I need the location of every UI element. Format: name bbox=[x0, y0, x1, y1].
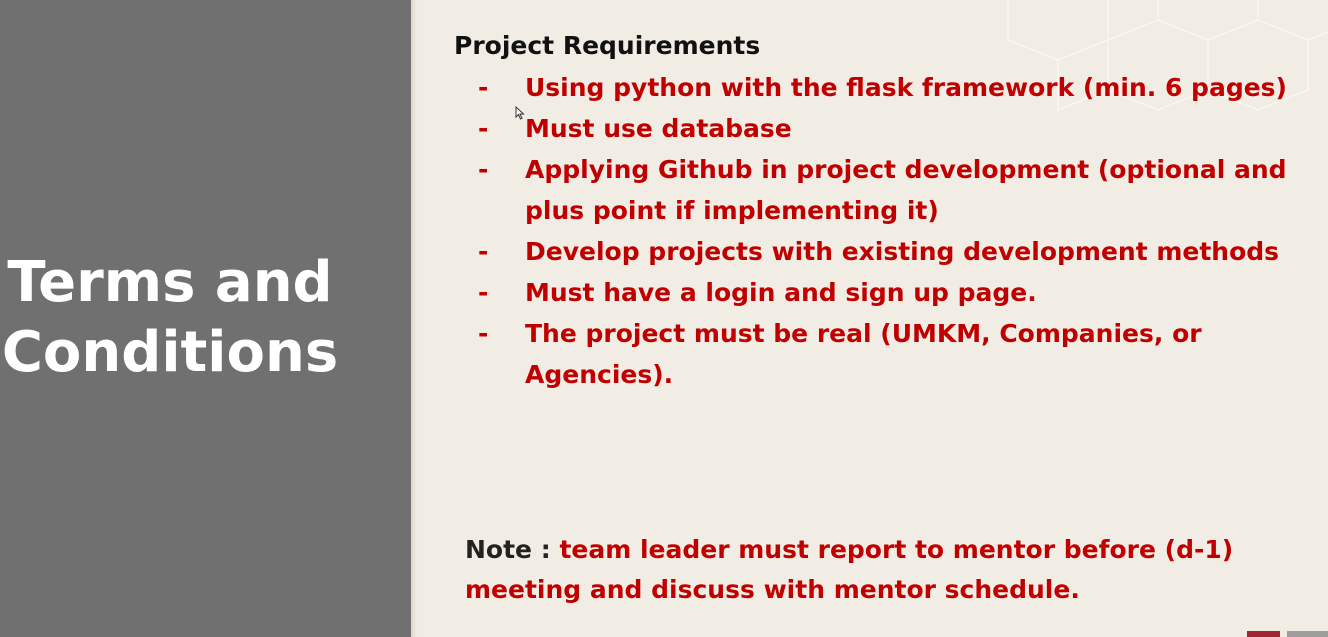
note-text: team leader must report to mentor before… bbox=[465, 535, 1234, 604]
mouse-pointer-icon bbox=[515, 106, 525, 120]
corner-accent-red bbox=[1247, 631, 1280, 637]
note-label: Note : bbox=[465, 535, 551, 564]
list-item: - The project must be real (UMKM, Compan… bbox=[454, 313, 1300, 395]
presentation-slide: Terms and Conditions Project Requirement… bbox=[0, 0, 1328, 637]
bullet-dash: - bbox=[478, 278, 489, 307]
requirements-heading: Project Requirements bbox=[454, 31, 761, 60]
bullet-dash: - bbox=[478, 237, 489, 266]
bullet-dash: - bbox=[478, 73, 489, 102]
requirement-text: Must have a login and sign up page. bbox=[525, 278, 1037, 307]
bullet-dash: - bbox=[478, 155, 489, 184]
list-item: - Must use database bbox=[454, 108, 1300, 149]
requirement-text: Applying Github in project development (… bbox=[525, 155, 1287, 225]
list-item: - Applying Github in project development… bbox=[454, 149, 1300, 231]
list-item: - Using python with the flask framework … bbox=[454, 67, 1300, 108]
sidebar-panel: Terms and Conditions bbox=[0, 0, 411, 637]
bullet-dash: - bbox=[478, 114, 489, 143]
requirement-text: The project must be real (UMKM, Companie… bbox=[525, 319, 1202, 389]
section-title-line-2: Conditions bbox=[1, 320, 339, 385]
requirement-text: Must use database bbox=[525, 114, 792, 143]
requirement-text: Using python with the flask framework (m… bbox=[525, 73, 1287, 102]
list-item: - Develop projects with existing develop… bbox=[454, 231, 1300, 272]
corner-accent-grey bbox=[1287, 631, 1328, 637]
bullet-dash: - bbox=[478, 319, 489, 348]
requirements-list: - Using python with the flask framework … bbox=[454, 67, 1314, 395]
note-paragraph: Note : team leader must report to mentor… bbox=[465, 530, 1315, 610]
section-title: Terms and Conditions bbox=[0, 248, 340, 388]
requirement-text: Develop projects with existing developme… bbox=[525, 237, 1280, 266]
panel-divider bbox=[411, 0, 417, 637]
section-title-line-1: Terms and bbox=[7, 250, 333, 315]
requirements-section: Project Requirements - Using python with… bbox=[454, 28, 1314, 395]
list-item: - Must have a login and sign up page. bbox=[454, 272, 1300, 313]
